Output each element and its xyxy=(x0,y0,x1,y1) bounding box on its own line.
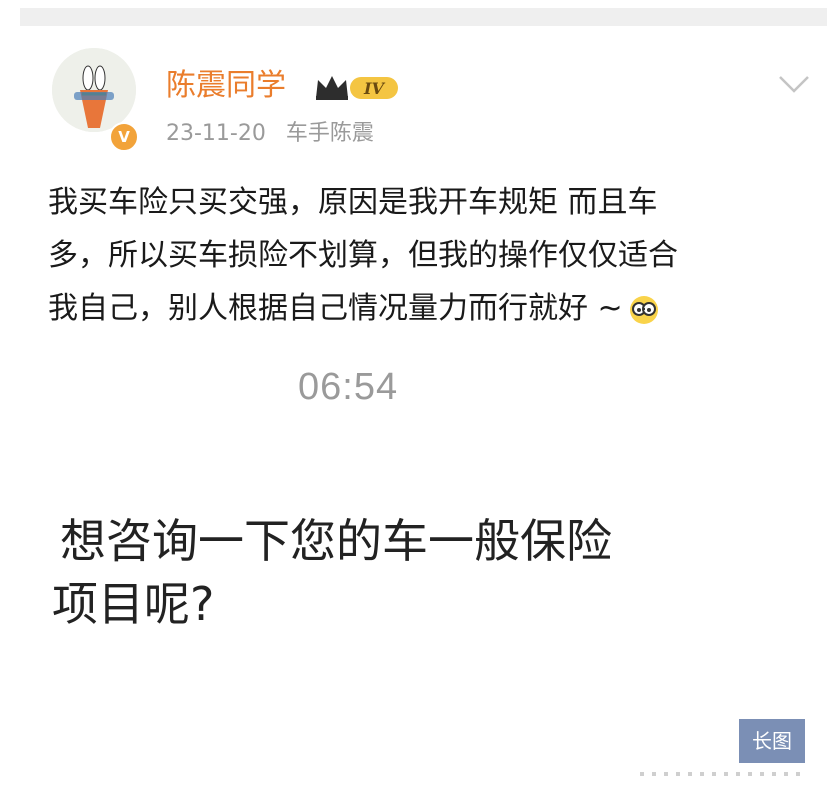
scroll-indicator xyxy=(640,772,800,776)
chevron-down-icon[interactable] xyxy=(778,74,810,94)
post-source[interactable]: 车手陈震 xyxy=(286,121,374,146)
post-date: 23-11-20 xyxy=(166,121,266,146)
post-text-line: 我买车险只买交强，原因是我开车规矩 而且车 xyxy=(48,185,658,220)
avatar[interactable]: V xyxy=(52,48,139,152)
long-image-badge[interactable]: 长图 xyxy=(739,719,805,763)
avatar-image xyxy=(52,48,136,132)
vip-level-label: IV xyxy=(363,79,385,98)
message-line: 想咨询一下您的车一般保险 xyxy=(60,514,612,568)
post-text-line: 多，所以买车损险不划算，但我的操作仅仅适合 xyxy=(48,238,678,273)
crown-icon: IV xyxy=(316,76,398,100)
screenshot-time: 06:54 xyxy=(298,366,399,408)
glasses-emoji-icon xyxy=(629,295,658,324)
post-meta: 23-11-20 车手陈震 xyxy=(166,118,374,150)
post-text: 我买车险只买交强，原因是我开车规矩 而且车 多，所以买车损险不划算，但我的操作仅… xyxy=(48,176,818,335)
username[interactable]: 陈震同学 xyxy=(166,66,286,106)
top-band xyxy=(20,8,827,26)
verified-icon: V xyxy=(109,122,139,152)
message-line: 项目呢? xyxy=(52,577,215,631)
screenshot-message: 想咨询一下您的车一般保险 项目呢? xyxy=(46,510,612,636)
post-text-line: 我自己，别人根据自己情况量力而行就好 ~ xyxy=(48,282,818,335)
